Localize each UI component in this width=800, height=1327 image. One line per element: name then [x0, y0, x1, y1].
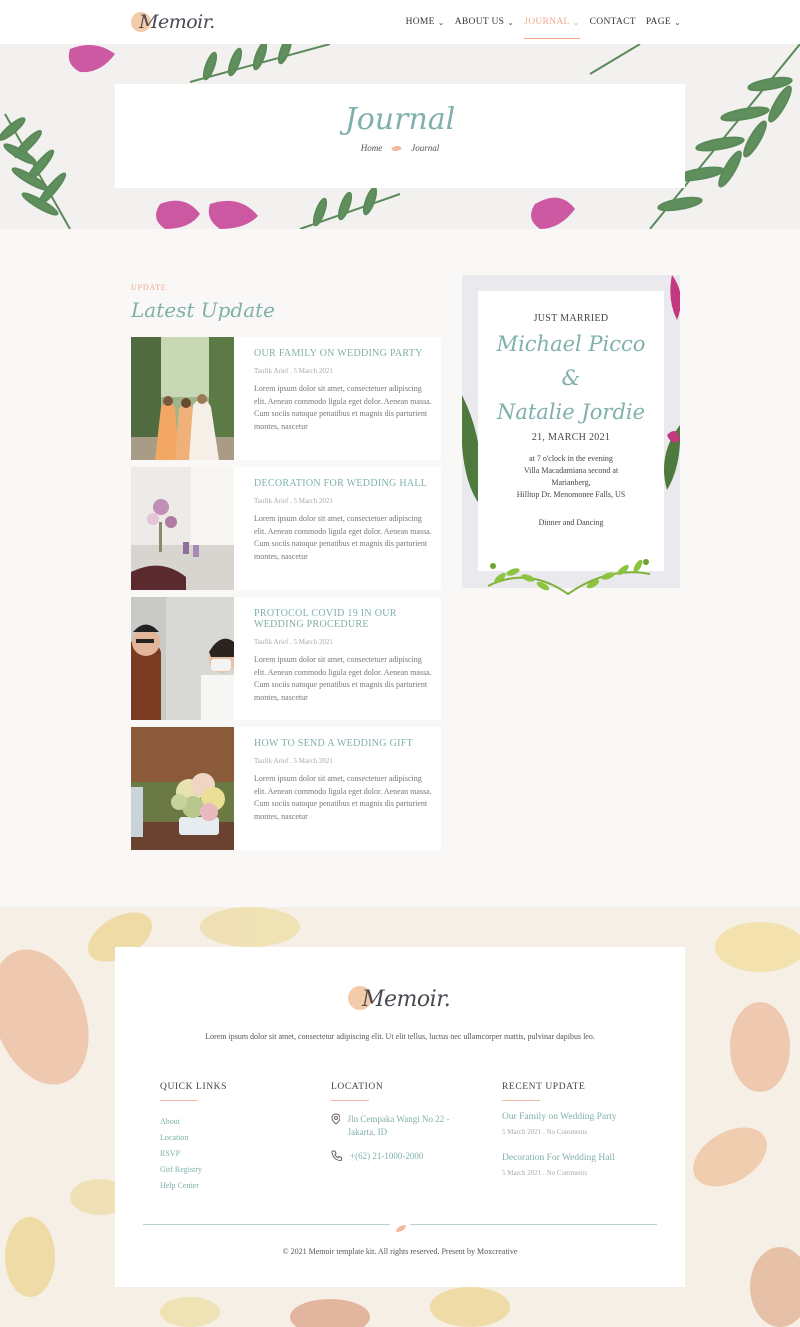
groom-name: Michael Picco	[496, 332, 646, 356]
footer-about-text: Lorem ipsum dolor sit amet, consectetur …	[205, 1032, 595, 1041]
nav-contact[interactable]: CONTACT	[590, 5, 636, 39]
address-row: Jln Cempaka Wangi No 22 - Jakarta, ID	[331, 1113, 471, 1139]
page-title: Journal	[344, 102, 456, 137]
post-excerpt: Lorem ipsum dolor sit amet, consectetuer…	[254, 514, 432, 561]
chevron-down-icon: ⌄	[572, 17, 580, 27]
invitation-event: Dinner and Dancing	[538, 518, 604, 527]
post-image-wedding-hall[interactable]	[131, 467, 234, 590]
post-card[interactable]: PROTOCOL COVID 19 IN OUR WEDDING PROCEDU…	[131, 597, 441, 720]
nav-home-label: HOME	[405, 17, 435, 27]
post-image-covid-protocol[interactable]	[131, 597, 234, 720]
top-navbar: Memoir. HOME ⌄ ABOUT US ⌄ JOURNAL ⌄ CONTACT…	[0, 0, 800, 44]
title-underline	[160, 1100, 198, 1101]
recent-post-meta: 5 March 2021 . No Comments	[502, 1169, 588, 1177]
footer: Memoir. Lorem ipsum dolor sit amet, cons…	[0, 907, 800, 1327]
post-excerpt: Lorem ipsum dolor sit amet, consectetuer…	[254, 774, 432, 821]
post-image-wedding-gift[interactable]	[131, 727, 234, 850]
page-hero: Journal Home Journal	[0, 44, 800, 229]
post-title[interactable]: DECORATION FOR WEDDING HALL	[254, 478, 432, 489]
invitation-venue: Villa Macadamiana second at	[523, 466, 619, 475]
title-underline	[502, 1100, 540, 1101]
breadcrumb-home[interactable]: Home	[361, 143, 383, 153]
logo-text: Memoir.	[139, 11, 215, 33]
footer-link-help-center[interactable]: Help Center	[160, 1178, 227, 1194]
recent-update-column: RECENT UPDATE Our Family on Wedding Part…	[502, 1082, 652, 1177]
vine-decoration-icon	[487, 559, 651, 596]
footer-logo[interactable]: Memoir.	[348, 982, 451, 1012]
post-meta: Taufik Arief . 5 March 2021	[254, 367, 333, 375]
ampersand: &	[561, 366, 581, 390]
section-title: Latest Update	[131, 298, 275, 322]
hero-title-card: Journal Home Journal	[115, 84, 685, 188]
post-meta: Taufik Arief . 5 March 2021	[254, 757, 333, 765]
location-title: LOCATION	[331, 1082, 384, 1092]
recent-post-title[interactable]: Decoration For Wedding Hall	[502, 1153, 652, 1163]
post-body: HOW TO SEND A WEDDING GIFT Taufik Arief …	[254, 738, 432, 823]
main-nav: HOME ⌄ ABOUT US ⌄ JOURNAL ⌄ CONTACT PAGE ⌄	[406, 0, 681, 44]
nav-about[interactable]: ABOUT US ⌄	[455, 5, 514, 39]
nav-journal-label: JOURNAL	[524, 17, 570, 27]
address-text: Jln Cempaka Wangi No 22 - Jakarta, ID	[347, 1114, 450, 1137]
invitation-heading: JUST MARRIED	[533, 313, 609, 324]
section-label: UPDATE	[131, 283, 167, 292]
post-card[interactable]: DECORATION FOR WEDDING HALL Taufik Arief…	[131, 467, 441, 590]
leaf-ornament-icon	[395, 1220, 407, 1238]
invitation-time: at 7 o'clock in the evening	[529, 454, 613, 463]
invitation-address: Hilltop Dr. Menomonee Falls, US	[516, 490, 626, 499]
breadcrumb: Home Journal	[115, 143, 685, 153]
footer-card: Memoir. Lorem ipsum dolor sit amet, cons…	[115, 947, 685, 1287]
breadcrumb-current: Journal	[411, 143, 440, 153]
footer-divider	[143, 1224, 657, 1232]
wedding-date: 21, MARCH 2021	[531, 432, 611, 443]
post-title[interactable]: OUR FAMILY ON WEDDING PARTY	[254, 348, 432, 359]
chevron-down-icon: ⌄	[437, 17, 445, 27]
logo-text: Memoir.	[362, 986, 451, 1012]
footer-link-about[interactable]: About	[160, 1114, 227, 1130]
post-image-wedding-party[interactable]	[131, 337, 234, 460]
phone-icon	[331, 1150, 342, 1161]
post-meta: Taufik Arief . 5 March 2021	[254, 638, 333, 646]
nav-page[interactable]: PAGE ⌄	[646, 5, 681, 39]
post-body: OUR FAMILY ON WEDDING PARTY Taufik Arief…	[254, 348, 432, 433]
nav-home[interactable]: HOME ⌄	[406, 5, 445, 39]
map-pin-icon	[331, 1113, 340, 1125]
invitation-venue-city: Marianberg,	[551, 478, 591, 487]
nav-about-label: ABOUT US	[454, 17, 505, 27]
nav-journal[interactable]: JOURNAL ⌄	[524, 5, 581, 39]
leaf-separator-icon	[391, 144, 402, 152]
phone-row: +(62) 21-1000-2000	[331, 1150, 471, 1163]
post-card[interactable]: OUR FAMILY ON WEDDING PARTY Taufik Arief…	[131, 337, 441, 460]
logo[interactable]: Memoir.	[131, 8, 215, 36]
footer-link-location[interactable]: Location	[160, 1130, 227, 1146]
location-column: LOCATION Jln Cempaka Wangi No 22 - Jakar…	[331, 1082, 471, 1163]
recent-post-meta: 5 March 2021 . No Comments	[502, 1128, 588, 1136]
wedding-invitation-card: JUST MARRIED Michael Picco & Natalie Jor…	[478, 291, 664, 571]
phone-text[interactable]: +(62) 21-1000-2000	[350, 1150, 423, 1163]
post-excerpt: Lorem ipsum dolor sit amet, consectetuer…	[254, 655, 432, 702]
footer-link-rsvp[interactable]: RSVP	[160, 1146, 227, 1162]
copyright-text: © 2021 Memoir template kit. All rights r…	[282, 1247, 518, 1256]
quick-links-column: QUICK LINKS About Location RSVP Gitf Reg…	[160, 1082, 227, 1194]
chevron-down-icon: ⌄	[507, 17, 515, 27]
post-title[interactable]: HOW TO SEND A WEDDING GIFT	[254, 738, 432, 749]
post-excerpt: Lorem ipsum dolor sit amet, consectetuer…	[254, 384, 432, 431]
recent-update-title: RECENT UPDATE	[502, 1082, 586, 1092]
post-title[interactable]: PROTOCOL COVID 19 IN OUR WEDDING PROCEDU…	[254, 608, 432, 630]
nav-contact-label: CONTACT	[589, 17, 636, 27]
post-card[interactable]: HOW TO SEND A WEDDING GIFT Taufik Arief …	[131, 727, 441, 850]
quick-links: About Location RSVP Gitf Registry Help C…	[160, 1114, 227, 1194]
post-meta: Taufik Arief . 5 March 2021	[254, 497, 333, 505]
nav-page-label: PAGE	[645, 17, 671, 27]
bride-name: Natalie Jordie	[496, 400, 646, 424]
post-body: DECORATION FOR WEDDING HALL Taufik Arief…	[254, 478, 432, 563]
footer-link-gift-registry[interactable]: Gitf Registry	[160, 1162, 227, 1178]
recent-post-title[interactable]: Our Family on Wedding Party	[502, 1112, 652, 1122]
post-body: PROTOCOL COVID 19 IN OUR WEDDING PROCEDU…	[254, 608, 432, 704]
title-underline	[331, 1100, 369, 1101]
chevron-down-icon: ⌄	[673, 17, 681, 27]
quick-links-title: QUICK LINKS	[160, 1082, 228, 1092]
